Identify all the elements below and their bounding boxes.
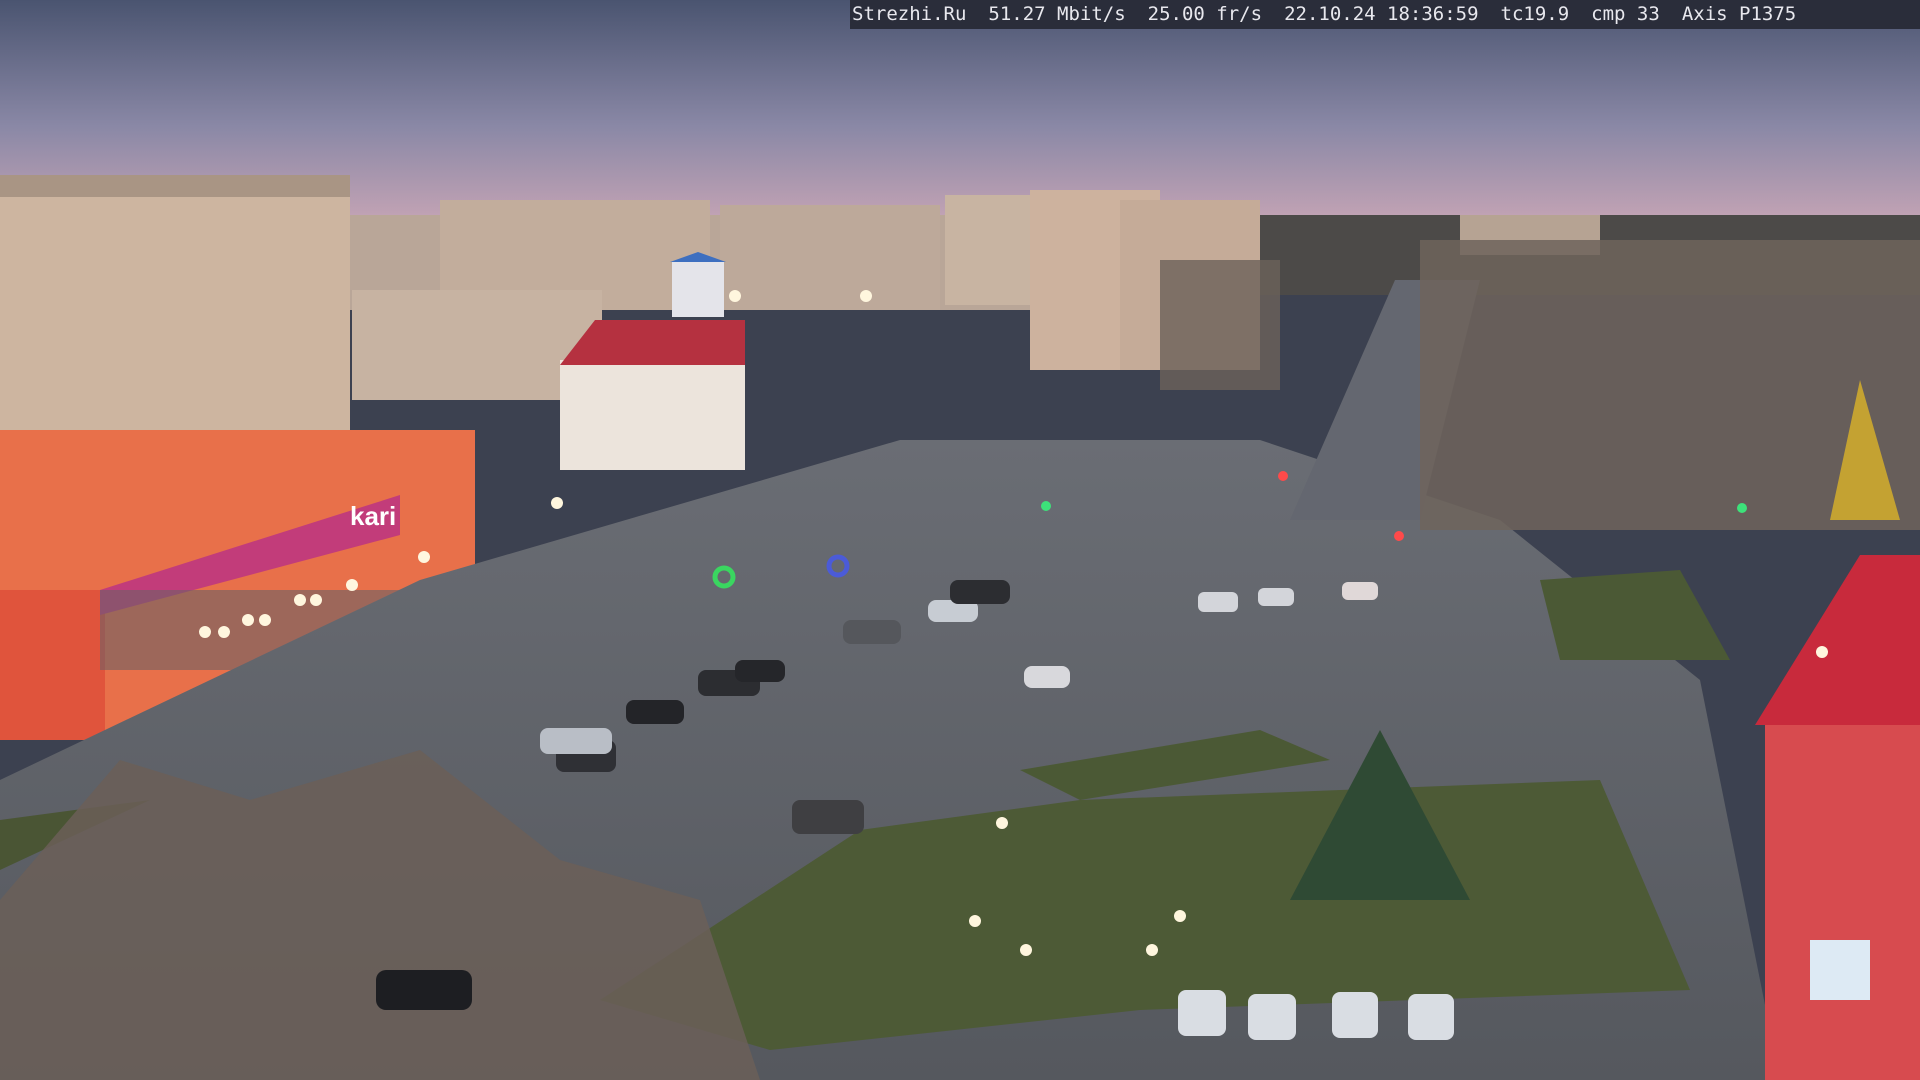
overlay-tc: tc19.9 <box>1500 3 1570 25</box>
lawn-right-median <box>1540 570 1730 660</box>
street-camera-view: kari <box>0 0 1920 1080</box>
store-sign: kari <box>350 501 396 531</box>
overlay-cmp: cmp 33 <box>1591 3 1660 25</box>
overlay-camera-model: Axis P1375 <box>1681 3 1797 25</box>
overlay-timestamp: 22.10.24 18:36:59 <box>1284 3 1479 25</box>
camera-info-overlay: Strezhi.Ru 51.27 Mbit/s 25.00 fr/s 22.10.24… <box>850 0 1920 29</box>
overlay-bitrate: 51.27 Mbit/s <box>988 3 1126 25</box>
overlay-site: Strezhi.Ru <box>852 3 967 25</box>
overlay-framerate: 25.00 fr/s <box>1147 3 1263 25</box>
red-roof-tower <box>1755 555 1920 1080</box>
red-roof-building <box>560 320 745 470</box>
white-tower <box>672 262 724 317</box>
